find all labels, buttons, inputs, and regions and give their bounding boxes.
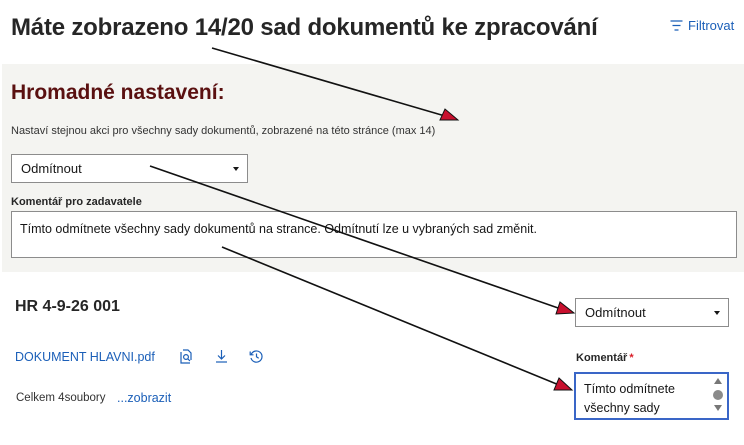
scroll-up-icon[interactable] <box>714 378 722 384</box>
files-total: Celkem 4soubory <box>16 392 106 404</box>
row-action-value: Odmítnout <box>585 305 646 320</box>
chevron-down-icon <box>233 166 239 171</box>
history-icon[interactable] <box>248 348 265 365</box>
document-set-id: HR 4-9-26 001 <box>15 298 120 315</box>
filter-icon <box>670 20 683 31</box>
bulk-action-select[interactable]: Odmítnout <box>11 154 248 183</box>
row-comment-label-text: Komentář <box>576 352 628 364</box>
required-marker: * <box>629 352 634 364</box>
row-action-select[interactable]: Odmítnout <box>575 298 729 327</box>
bulk-action-value: Odmítnout <box>21 161 82 176</box>
preview-icon[interactable] <box>178 348 195 365</box>
bulk-settings-panel: Hromadné nastavení: Nastaví stejnou akci… <box>2 64 744 272</box>
bulk-comment-textarea[interactable]: Tímto odmítnete všechny sady dokumentů n… <box>11 211 737 258</box>
bulk-comment-label: Komentář pro zadavatele <box>11 196 142 208</box>
scroll-thumb[interactable] <box>713 390 723 400</box>
bulk-comment-text: Tímto odmítnete všechny sady dokumentů n… <box>20 222 537 236</box>
download-icon[interactable] <box>213 348 230 365</box>
chevron-down-icon <box>714 310 720 315</box>
filter-label: Filtrovat <box>688 18 735 33</box>
bulk-settings-description: Nastaví stejnou akci pro všechny sady do… <box>11 125 436 137</box>
scroll-down-icon[interactable] <box>714 405 722 411</box>
show-files-link[interactable]: ...zobrazit <box>117 391 171 405</box>
row-comment-label: Komentář * <box>576 352 634 364</box>
row-comment-text: Tímto odmítnete všechny sady <box>584 382 676 415</box>
row-comment-textarea[interactable]: Tímto odmítnete všechny sady <box>574 372 729 420</box>
document-actions <box>178 348 265 365</box>
filter-button[interactable]: Filtrovat <box>670 18 734 33</box>
document-file-link[interactable]: DOKUMENT HLAVNI.pdf <box>15 350 155 364</box>
page-title: Máte zobrazeno 14/20 sad dokumentů ke zp… <box>11 14 598 41</box>
textarea-scrollbar[interactable] <box>711 376 725 416</box>
bulk-settings-title: Hromadné nastavení: <box>11 81 225 104</box>
